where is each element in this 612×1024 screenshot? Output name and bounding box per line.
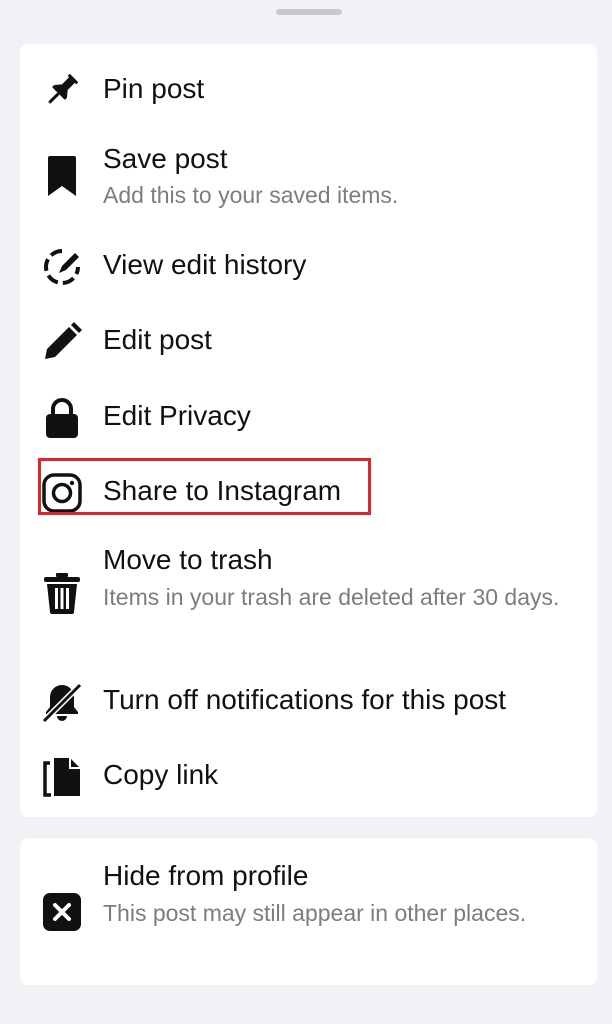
menu-item-share-to-instagram[interactable]: Share to Instagram xyxy=(20,465,597,521)
menu-item-move-to-trash[interactable]: Move to trash Items in your trash are de… xyxy=(20,534,597,649)
menu-item-edit-post[interactable]: Edit post xyxy=(20,314,597,370)
trash-icon xyxy=(40,571,84,615)
bookmark-icon xyxy=(40,154,84,198)
copy-icon xyxy=(40,755,84,799)
menu-item-subtitle: Add this to your saved items. xyxy=(103,182,399,208)
menu-item-title: Copy link xyxy=(103,759,219,790)
secondary-options-menu: Hide from profile This post may still ap… xyxy=(20,838,597,985)
menu-item-edit-privacy[interactable]: Edit Privacy xyxy=(20,390,597,446)
menu-item-title: Pin post xyxy=(103,73,205,104)
menu-item-view-edit-history[interactable]: View edit history xyxy=(20,239,597,295)
close-box-icon xyxy=(40,890,84,934)
bell-off-icon xyxy=(40,680,84,724)
menu-item-turn-off-notifications[interactable]: Turn off notifications for this post xyxy=(20,674,597,730)
menu-item-subtitle: Items in your trash are deleted after 30… xyxy=(103,584,560,610)
drag-handle[interactable] xyxy=(276,9,342,15)
menu-item-hide-from-profile[interactable]: Hide from profile This post may still ap… xyxy=(20,858,597,973)
edit-history-icon xyxy=(40,245,84,289)
menu-item-title: Save post xyxy=(103,143,228,174)
menu-item-title: Hide from profile xyxy=(103,860,309,891)
post-options-menu: Pin post Save post Add this to your save… xyxy=(20,44,597,817)
lock-icon xyxy=(40,396,84,440)
menu-item-title: Edit post xyxy=(103,324,212,355)
menu-item-save-post[interactable]: Save post Add this to your saved items. xyxy=(20,134,597,214)
menu-item-title: Move to trash xyxy=(103,544,273,575)
menu-item-title: Edit Privacy xyxy=(103,400,251,431)
menu-item-title: Share to Instagram xyxy=(103,475,342,506)
menu-item-title: Turn off notifications for this post xyxy=(103,684,507,715)
menu-item-pin-post[interactable]: Pin post xyxy=(20,62,597,118)
pencil-icon xyxy=(40,320,84,364)
menu-item-title: View edit history xyxy=(103,249,307,280)
menu-item-copy-link[interactable]: Copy link xyxy=(20,749,597,805)
menu-item-subtitle: This post may still appear in other plac… xyxy=(103,900,527,926)
pin-icon xyxy=(40,68,84,112)
instagram-icon xyxy=(40,471,84,515)
